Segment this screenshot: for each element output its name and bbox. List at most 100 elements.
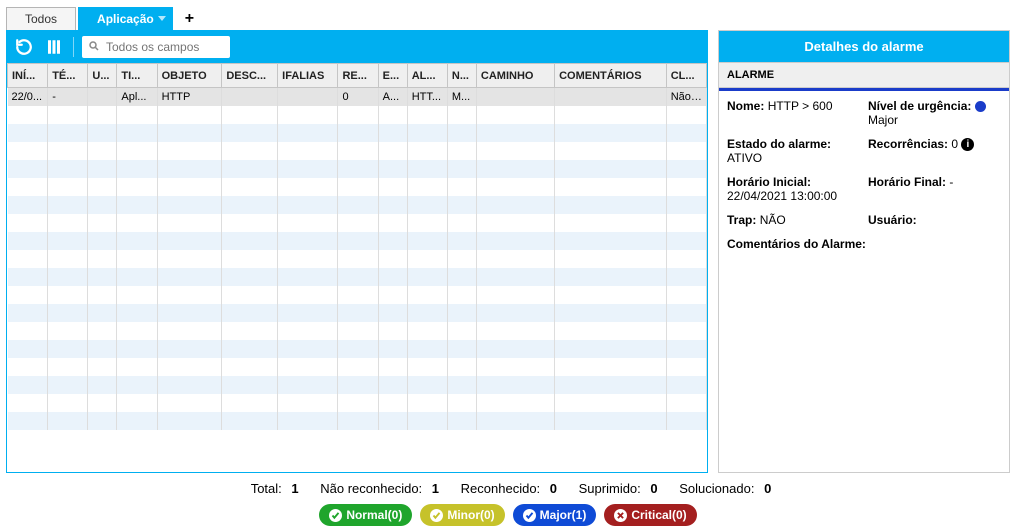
table-cell (378, 322, 407, 340)
table-row[interactable] (8, 250, 707, 268)
table-cell (157, 196, 222, 214)
table-row[interactable] (8, 340, 707, 358)
table-row[interactable] (8, 106, 707, 124)
table-cell (88, 340, 117, 358)
table-cell (8, 142, 48, 160)
table-cell (338, 394, 378, 412)
table-cell (48, 196, 88, 214)
table-cell (88, 124, 117, 142)
refresh-button[interactable] (13, 36, 35, 58)
table-cell (666, 376, 706, 394)
table-cell (8, 340, 48, 358)
table-cell (48, 214, 88, 232)
column-header[interactable]: OBJETO (157, 64, 222, 88)
table-cell (157, 394, 222, 412)
table-cell (407, 232, 447, 250)
table-cell (338, 106, 378, 124)
table-cell (447, 412, 476, 430)
table-cell (48, 160, 88, 178)
table-row[interactable]: 22/0...-Apl...HTTP0A...HTT...M...Não ... (8, 88, 707, 107)
table-cell (447, 232, 476, 250)
table-cell (8, 268, 48, 286)
table-cell (555, 232, 667, 250)
table-cell (666, 322, 706, 340)
column-header[interactable]: CL... (666, 64, 706, 88)
table-row[interactable] (8, 358, 707, 376)
badge-major[interactable]: Major(1) (513, 504, 597, 526)
table-cell (555, 412, 667, 430)
table-cell (447, 286, 476, 304)
table-cell: - (48, 88, 88, 107)
field-user: Usuário: (868, 213, 1001, 227)
table-row[interactable] (8, 214, 707, 232)
table-row[interactable] (8, 232, 707, 250)
search-box[interactable] (82, 36, 230, 58)
tab-todos[interactable]: Todos (6, 7, 76, 30)
table-cell (88, 358, 117, 376)
table-cell (555, 358, 667, 376)
table-cell (222, 214, 278, 232)
table-cell (476, 268, 554, 286)
badge-minor[interactable]: Minor(0) (420, 504, 504, 526)
table-cell (157, 358, 222, 376)
table-cell (8, 394, 48, 412)
table-cell (476, 124, 554, 142)
column-header[interactable]: E... (378, 64, 407, 88)
alarms-grid: INÍ...TÉ...U...TI...OBJETODESC...IFALIAS… (7, 63, 707, 472)
column-header[interactable]: DESC... (222, 64, 278, 88)
footer: Total: 1 Não reconhecido: 1 Reconhecido:… (6, 473, 1010, 526)
table-cell (338, 376, 378, 394)
column-header[interactable]: TÉ... (48, 64, 88, 88)
table-cell (117, 214, 157, 232)
table-cell (88, 196, 117, 214)
columns-button[interactable] (43, 36, 65, 58)
table-cell (222, 412, 278, 430)
tab-aplicacao[interactable]: Aplicação (78, 7, 173, 30)
info-icon[interactable]: i (961, 138, 974, 151)
table-cell (117, 106, 157, 124)
badge-critical[interactable]: Critical(0) (604, 504, 696, 526)
table-row[interactable] (8, 268, 707, 286)
table-cell (666, 268, 706, 286)
column-header[interactable]: COMENTÁRIOS (555, 64, 667, 88)
column-header[interactable]: IFALIAS (278, 64, 338, 88)
column-header[interactable]: U... (88, 64, 117, 88)
column-header[interactable]: CAMINHO (476, 64, 554, 88)
table-cell (666, 214, 706, 232)
table-row[interactable] (8, 286, 707, 304)
search-input[interactable] (104, 39, 224, 55)
table-cell (447, 376, 476, 394)
table-cell (157, 178, 222, 196)
table-row[interactable] (8, 412, 707, 430)
table-cell (157, 142, 222, 160)
table-cell (666, 196, 706, 214)
table-cell (447, 124, 476, 142)
table-cell (407, 376, 447, 394)
table-cell (157, 160, 222, 178)
column-header[interactable]: AL... (407, 64, 447, 88)
badge-normal[interactable]: Normal(0) (319, 504, 412, 526)
table-row[interactable] (8, 394, 707, 412)
table-cell (447, 106, 476, 124)
table-row[interactable] (8, 142, 707, 160)
table-row[interactable] (8, 376, 707, 394)
tab-add-button[interactable]: + (175, 8, 204, 30)
table-cell (8, 322, 48, 340)
field-name: Nome: HTTP > 600 (727, 99, 860, 127)
table-cell (88, 268, 117, 286)
column-header[interactable]: N... (447, 64, 476, 88)
table-row[interactable] (8, 322, 707, 340)
column-header[interactable]: TI... (117, 64, 157, 88)
table-cell (666, 340, 706, 358)
table-row[interactable] (8, 124, 707, 142)
table-cell (338, 340, 378, 358)
table-cell: 22/0... (8, 88, 48, 107)
table-row[interactable] (8, 160, 707, 178)
table-cell (378, 196, 407, 214)
table-cell (555, 250, 667, 268)
column-header[interactable]: RE... (338, 64, 378, 88)
table-row[interactable] (8, 196, 707, 214)
column-header[interactable]: INÍ... (8, 64, 48, 88)
table-row[interactable] (8, 304, 707, 322)
table-row[interactable] (8, 178, 707, 196)
